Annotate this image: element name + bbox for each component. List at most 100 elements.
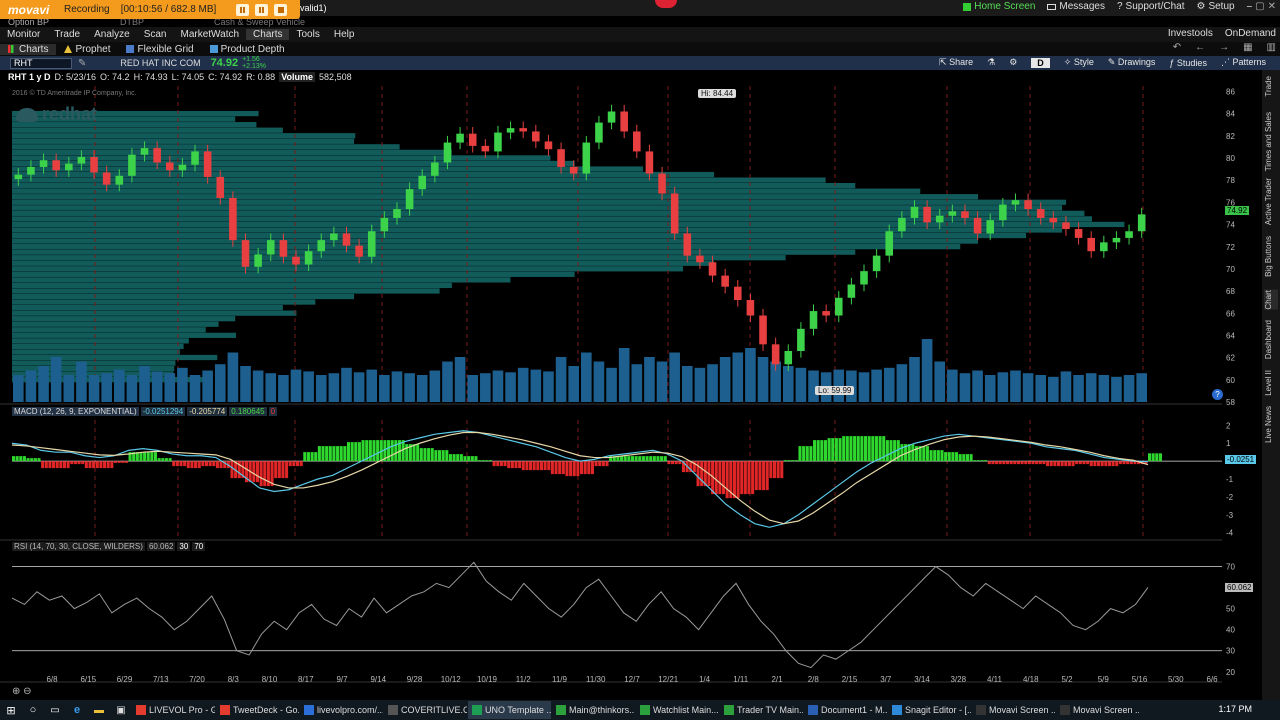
candle-body [229,197,237,241]
studies-button[interactable]: ƒ Studies [1169,58,1207,68]
macd-histogram-bar [1016,461,1020,465]
macd-title[interactable]: MACD (12, 26, 9, EXPONENTIAL) [12,407,139,416]
symbol-input[interactable]: RHT [10,57,72,69]
macd-histogram-bar [1104,461,1108,467]
macd-histogram-bar [186,461,190,469]
close-icon[interactable]: ✕ [1268,1,1276,12]
menu-marketwatch[interactable]: MarketWatch [174,29,247,40]
menu-analyze[interactable]: Analyze [87,29,137,40]
taskbar-app[interactable]: Snagit Editor - [... [888,701,971,719]
share-button[interactable]: ⇱ Share [939,57,973,68]
candle-body [456,133,464,143]
macd-histogram-bar [725,461,729,499]
side-tab-live-news[interactable]: Live News [1264,406,1278,443]
question-icon[interactable]: ? [1212,389,1223,400]
folder-icon[interactable]: ▬ [88,705,110,716]
macd-histogram-bar [12,456,16,462]
support-chat-link[interactable]: ? Support/Chat [1117,1,1185,12]
taskbar-app[interactable]: livevolpro.com/... [300,701,383,719]
link-icon[interactable]: ✎ [78,58,86,69]
side-tab-trade[interactable]: Trade [1264,76,1278,97]
date-tick-label: 5/9 [1098,675,1110,684]
taskbar-app[interactable]: Watchlist Main... [636,701,719,719]
volume-bar [126,375,138,402]
style-button[interactable]: ✧ Style [1064,57,1094,68]
side-tab-active-trader[interactable]: Active Trader [1264,178,1278,225]
macd-histogram-bar [772,461,777,479]
pause-button[interactable] [236,3,249,16]
rsi-title[interactable]: RSI (14, 70, 30, CLOSE, WILDERS) [12,542,145,551]
taskbar-app[interactable]: COVERITLIVE.C... [384,701,467,719]
macd-histogram-bar [583,461,587,475]
minimize-icon[interactable]: – [1247,1,1253,12]
chart-settings-icon[interactable]: ⚙ [1009,57,1017,68]
volume-bar [139,366,150,402]
subtab-product-depth[interactable]: Product Depth [202,44,293,55]
maximize-icon[interactable]: ▢ [1255,1,1264,12]
investools-link[interactable]: Investools [1168,28,1213,39]
patterns-button[interactable]: ⋰ Patterns [1221,57,1266,68]
subtab-flexible-grid[interactable]: Flexible Grid [118,44,201,55]
macd-histogram-bar [154,452,158,462]
taskbar-app[interactable]: UNO Template ... [468,701,551,719]
messages-link[interactable]: Messages [1047,1,1105,12]
volume-bar [101,373,112,402]
menu-monitor[interactable]: Monitor [0,29,47,40]
task-view-icon[interactable]: ▭ [44,705,66,716]
side-tab-times-and-sales[interactable]: Times and Sales [1264,112,1278,171]
macd-histogram-bar [1035,461,1039,465]
menu-charts[interactable]: Charts [246,29,290,40]
macd-histogram-bar [219,461,223,469]
side-tab-big-buttons[interactable]: Big Buttons [1264,236,1278,277]
date-tick-label: 11/2 [516,675,532,684]
back-icon[interactable]: ← [1195,42,1205,53]
zoom-icon[interactable]: ⊕ ⊖ [12,686,32,697]
side-tab-level-ii[interactable]: Level II [1264,370,1278,396]
macd-histogram-bar [1071,461,1075,467]
macd-histogram-bar [376,440,380,462]
taskbar-app[interactable]: TweetDeck - Go... [216,701,299,719]
subtab-charts[interactable]: Charts [0,43,57,55]
pause-button-2[interactable] [255,3,268,16]
menu-trade[interactable]: Trade [47,29,87,40]
macd-histogram-bar [671,461,675,465]
price-tick-label: 58 [1226,398,1235,407]
undo-icon[interactable]: ↶ [1173,42,1181,53]
taskbar-app[interactable]: Movavi Screen ... [972,701,1055,719]
home-screen-link[interactable]: Home Screen [963,1,1035,12]
chart-canvas[interactable]: 5860626466687072747678808284866/8 6/15 6/2… [0,70,1260,702]
info-open: O: 74.2 [100,72,130,82]
edge-icon[interactable]: e [66,704,88,716]
drawings-button[interactable]: ✎ Drawings [1108,57,1156,68]
subtab-prophet[interactable]: Prophet [56,44,118,55]
pause-icon [259,6,264,13]
forward-icon[interactable]: → [1219,42,1229,53]
menu-help[interactable]: Help [327,29,362,40]
taskbar-app[interactable]: Document1 - M... [804,701,887,719]
grid-layout-icon[interactable]: ▦ [1243,42,1252,53]
taskbar-app[interactable]: Trader TV Main... [720,701,803,719]
macd-histogram-bar [820,440,824,462]
taskbar-app[interactable]: LIVEVOL Pro - G... [132,701,215,719]
stop-button[interactable] [274,3,287,16]
taskbar-app[interactable]: Main@thinkors... [552,701,635,719]
side-tab-chart[interactable]: Chart [1264,290,1278,310]
menu-tools[interactable]: Tools [289,29,326,40]
candle-body [860,271,868,285]
menu-scan[interactable]: Scan [137,29,174,40]
store-icon[interactable]: ▣ [110,705,132,716]
start-icon[interactable]: ⊞ [0,704,22,717]
macd-histogram-bar [674,461,678,465]
flask-icon[interactable]: ⚗ [987,57,995,68]
macd-histogram-bar [1100,461,1104,467]
setup-link[interactable]: ⚙ Setup [1196,1,1234,12]
side-tab-dashboard[interactable]: Dashboard [1264,320,1278,359]
taskbar-app[interactable]: Movavi Screen ... [1056,701,1139,719]
macd-histogram-bar [532,461,536,471]
macd-histogram-bar [194,461,198,469]
search-icon[interactable]: ○ [22,704,44,716]
ondemand-link[interactable]: OnDemand [1225,28,1276,39]
layout-icon[interactable]: ▥ [1267,42,1276,53]
macd-histogram-bar [958,454,962,462]
aggregation-select[interactable]: D [1031,57,1050,68]
